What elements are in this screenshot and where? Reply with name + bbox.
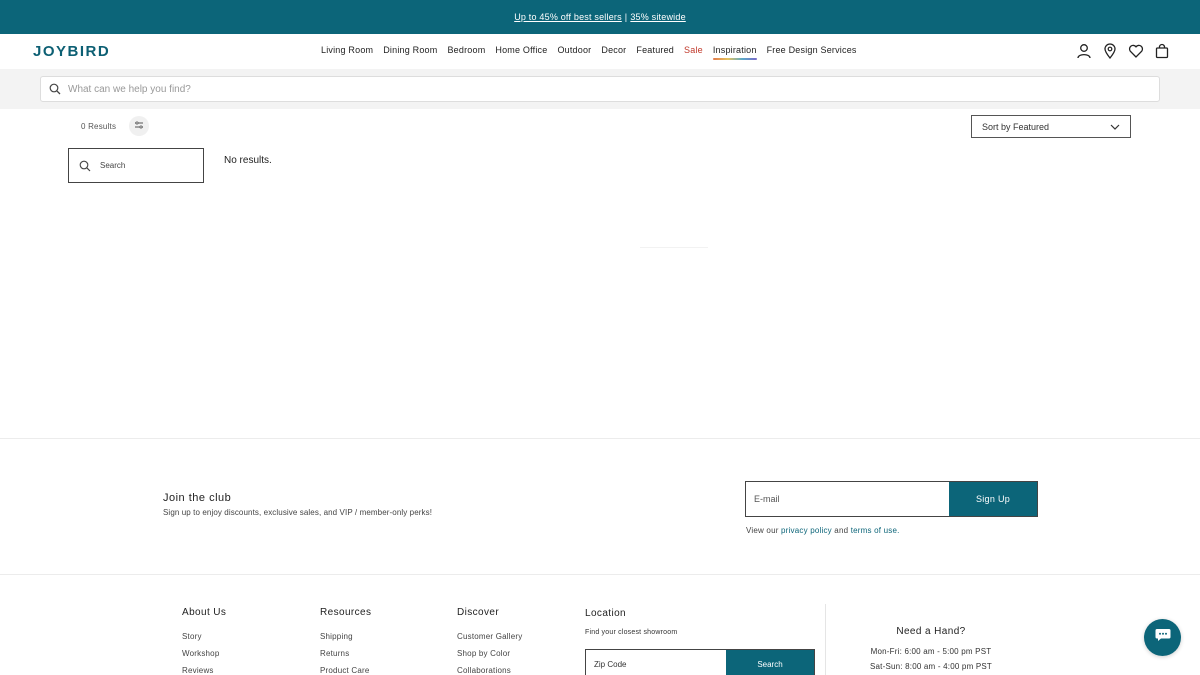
- nav-outdoor[interactable]: Outdoor: [557, 45, 591, 55]
- footer-discover: Discover Customer Gallery Shop by Color …: [457, 607, 522, 675]
- location-pin-icon[interactable]: [1102, 43, 1118, 59]
- promo-banner: Up to 45% off best sellers | 35% sitewid…: [0, 0, 1200, 34]
- shopping-bag-icon[interactable]: [1154, 43, 1170, 59]
- terms-of-use-link[interactable]: terms of use.: [851, 526, 900, 535]
- help-title: Need a Hand?: [896, 626, 966, 637]
- account-icon[interactable]: [1076, 43, 1092, 59]
- promo-link-best-sellers[interactable]: Up to 45% off best sellers: [514, 12, 622, 22]
- promo-separator: |: [624, 12, 628, 22]
- promo-link-sitewide[interactable]: 35% sitewide: [630, 12, 685, 22]
- site-header: JOYBIRD Living Room Dining Room Bedroom …: [0, 34, 1200, 69]
- search-icon: [79, 160, 91, 172]
- footer-about-title: About Us: [182, 607, 227, 618]
- footer-link-story[interactable]: Story: [182, 628, 226, 645]
- footer-resources-title: Resources: [320, 607, 372, 618]
- main-nav: Living Room Dining Room Bedroom Home Off…: [321, 45, 857, 60]
- footer-discover-title: Discover: [457, 607, 500, 618]
- footer-link-workshop[interactable]: Workshop: [182, 645, 226, 662]
- results-search-box: [68, 148, 204, 183]
- footer-resources: Resources Shipping Returns Product Care: [320, 607, 371, 675]
- header-icons: [1076, 43, 1170, 59]
- nav-featured[interactable]: Featured: [636, 45, 674, 55]
- section-divider: [0, 438, 1200, 439]
- help-hours-weekday: Mon-Fri: 6:00 am - 5:00 pm PST: [870, 647, 992, 656]
- footer-location-subtitle: Find your closest showroom: [585, 629, 678, 636]
- divider: [640, 247, 708, 248]
- nav-living-room[interactable]: Living Room: [321, 45, 373, 55]
- privacy-and: and: [834, 526, 849, 535]
- nav-inspiration[interactable]: Inspiration: [712, 45, 757, 60]
- filter-icon: [134, 121, 144, 131]
- sort-dropdown[interactable]: Sort by Featured: [971, 115, 1131, 138]
- chat-icon: [1155, 628, 1171, 647]
- footer-divider: [825, 604, 826, 675]
- nav-dining-room[interactable]: Dining Room: [383, 45, 437, 55]
- showroom-search-form: Search: [585, 649, 815, 675]
- email-field[interactable]: [746, 482, 949, 516]
- logo[interactable]: JOYBIRD: [33, 43, 110, 60]
- nav-sale[interactable]: Sale: [684, 45, 703, 55]
- search-bar-container: [0, 69, 1200, 109]
- section-divider: [0, 574, 1200, 575]
- search-icon: [49, 83, 61, 95]
- newsletter-title: Join the club: [163, 492, 232, 504]
- nav-bedroom[interactable]: Bedroom: [447, 45, 485, 55]
- footer-link-returns[interactable]: Returns: [320, 645, 371, 662]
- footer-link-shipping[interactable]: Shipping: [320, 628, 371, 645]
- footer-location-title: Location: [585, 608, 627, 619]
- footer-link-reviews[interactable]: Reviews: [182, 662, 226, 675]
- showroom-search-button[interactable]: Search: [726, 650, 814, 675]
- no-results-message: No results.: [224, 155, 272, 166]
- help-hours-weekend: Sat-Sun: 8:00 am - 4:00 pm PST: [869, 662, 993, 671]
- privacy-note: View our privacy policy and terms of use…: [746, 526, 900, 535]
- heart-icon[interactable]: [1128, 43, 1144, 59]
- privacy-policy-link[interactable]: privacy policy: [781, 526, 832, 535]
- newsletter-form: Sign Up: [745, 481, 1038, 517]
- privacy-prefix: View our: [746, 526, 779, 535]
- footer-link-shop-by-color[interactable]: Shop by Color: [457, 645, 522, 662]
- footer-link-product-care[interactable]: Product Care: [320, 662, 371, 675]
- nav-free-design-services[interactable]: Free Design Services: [767, 45, 857, 55]
- zip-code-field[interactable]: [586, 650, 726, 675]
- chevron-down-icon: [1110, 122, 1120, 132]
- footer-link-customer-gallery[interactable]: Customer Gallery: [457, 628, 522, 645]
- site-search-input[interactable]: [68, 83, 1068, 95]
- footer-about: About Us Story Workshop Reviews: [182, 607, 226, 675]
- site-search: [40, 76, 1160, 102]
- newsletter-subtitle: Sign up to enjoy discounts, exclusive sa…: [163, 508, 433, 517]
- results-search-input[interactable]: [100, 161, 190, 170]
- sort-label: Sort by Featured: [982, 121, 1050, 132]
- results-count: 0 Results: [81, 122, 117, 131]
- nav-decor[interactable]: Decor: [601, 45, 626, 55]
- signup-button[interactable]: Sign Up: [949, 482, 1037, 516]
- chat-button[interactable]: [1144, 619, 1181, 656]
- nav-home-office[interactable]: Home Office: [495, 45, 547, 55]
- filter-button[interactable]: [129, 116, 149, 136]
- footer-link-collaborations[interactable]: Collaborations: [457, 662, 522, 675]
